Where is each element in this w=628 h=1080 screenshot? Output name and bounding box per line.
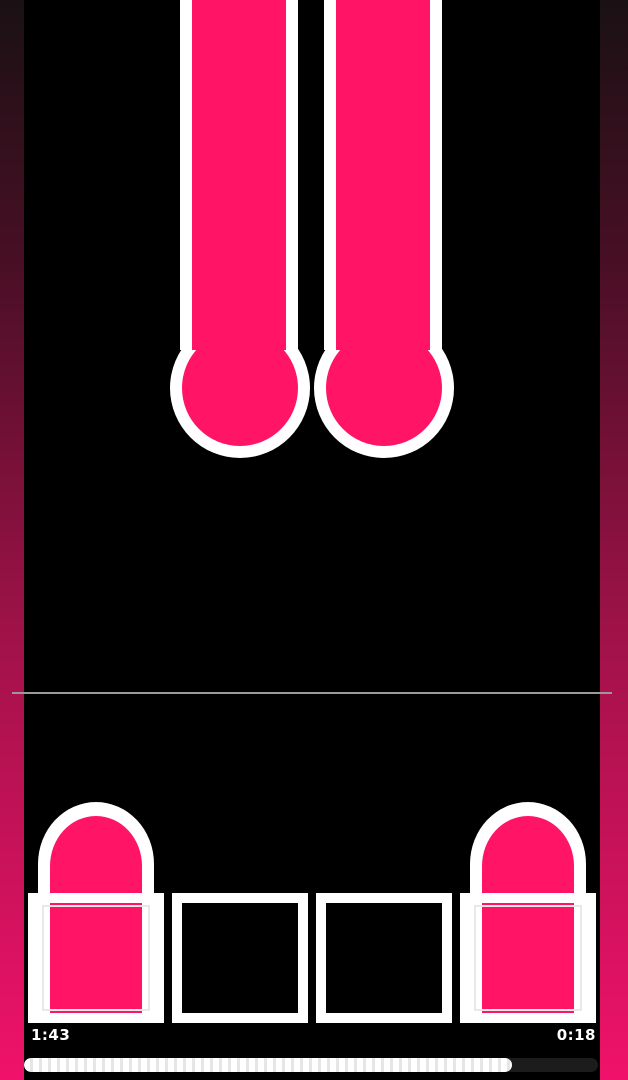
judgement-line <box>12 692 612 694</box>
lane-key-1-pressed[interactable] <box>28 802 164 1023</box>
hold-note-head <box>326 330 442 446</box>
hold-note-tail-fill <box>192 0 286 350</box>
key-flash <box>50 816 142 1014</box>
song-progress-fill <box>24 1058 512 1072</box>
lane-key-frame <box>172 893 308 1023</box>
hold-note-lane-2 <box>170 0 310 458</box>
time-elapsed: 1:43 <box>31 1026 71 1044</box>
lane-key-2[interactable] <box>172 893 308 1023</box>
lane-key-4-pressed[interactable] <box>460 802 596 1023</box>
key-flash <box>482 816 574 1014</box>
lane-key-frame <box>316 893 452 1023</box>
time-remaining: 0:18 <box>556 1026 596 1044</box>
hold-note-lane-3 <box>314 0 454 458</box>
song-progress-bar <box>24 1058 598 1072</box>
hold-note-tail-fill <box>336 0 430 350</box>
lane-key-3[interactable] <box>316 893 452 1023</box>
note-layer <box>28 0 596 1023</box>
hold-note-head <box>182 330 298 446</box>
